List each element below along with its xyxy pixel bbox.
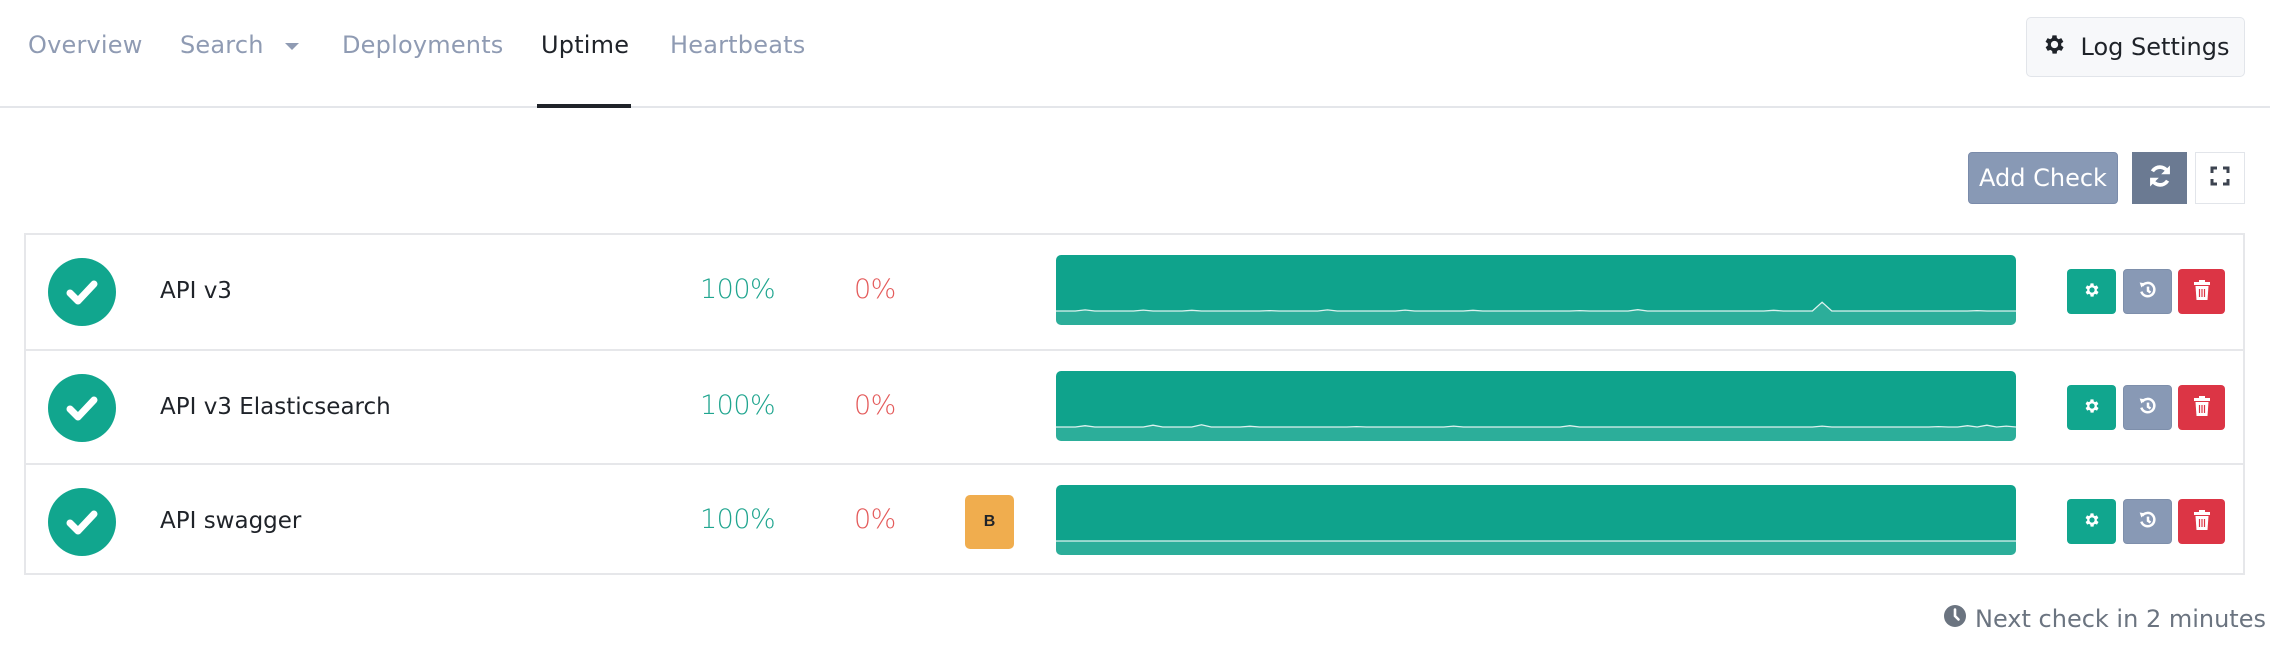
add-check-button[interactable]: Add Check (1968, 152, 2118, 204)
sparkline-area (1056, 302, 2016, 325)
check-settings-button[interactable] (2067, 385, 2116, 430)
response-time-sparkline (1056, 485, 2016, 555)
refresh-icon (2146, 162, 2174, 194)
trash-icon (2193, 279, 2211, 304)
tab-search[interactable]: Search (180, 28, 264, 62)
check-name[interactable]: API v3 Elasticsearch (160, 391, 391, 423)
history-icon (2138, 396, 2158, 420)
gear-icon (2042, 32, 2067, 63)
tab-deployments[interactable]: Deployments (342, 28, 504, 62)
check-name[interactable]: API v3 (160, 275, 232, 307)
delete-check-button[interactable] (2178, 499, 2225, 544)
top-nav: Overview Search Deployments Uptime Heart… (0, 0, 2270, 108)
check-settings-button[interactable] (2067, 269, 2116, 314)
log-settings-label: Log Settings (2080, 33, 2230, 61)
check-circle-icon (48, 488, 116, 556)
uptime-percentage: 100% (700, 504, 776, 535)
history-icon (2138, 510, 2158, 534)
uptime-check-list: API v3 100% 0% API v3 Elasticsearch 100%… (24, 233, 2245, 575)
uptime-percentage: 100% (700, 274, 776, 305)
clock-icon (1943, 604, 1967, 634)
trash-icon (2193, 395, 2211, 420)
gear-icon (2083, 511, 2101, 533)
next-check-text: Next check in 2 minutes (1975, 605, 2266, 633)
tab-uptime[interactable]: Uptime (541, 28, 629, 62)
check-name[interactable]: API swagger (160, 505, 301, 537)
trash-icon (2193, 509, 2211, 534)
tab-heartbeats[interactable]: Heartbeats (670, 28, 805, 62)
check-history-button[interactable] (2123, 385, 2172, 430)
gear-icon (2083, 397, 2101, 419)
downtime-percentage: 0% (854, 504, 896, 535)
check-history-button[interactable] (2123, 269, 2172, 314)
grade-badge: B (965, 495, 1014, 549)
check-row: API v3 Elasticsearch 100% 0% (26, 349, 2243, 463)
uptime-percentage: 100% (700, 390, 776, 421)
check-circle-icon (48, 258, 116, 326)
log-settings-button[interactable]: Log Settings (2026, 17, 2245, 77)
sparkline-line (1056, 301, 2016, 312)
refresh-button[interactable] (2132, 152, 2187, 204)
response-time-sparkline (1056, 255, 2016, 325)
delete-check-button[interactable] (2178, 385, 2225, 430)
check-history-button[interactable] (2123, 499, 2172, 544)
delete-check-button[interactable] (2178, 269, 2225, 314)
check-settings-button[interactable] (2067, 499, 2116, 544)
tab-overview[interactable]: Overview (28, 28, 143, 62)
downtime-percentage: 0% (854, 390, 896, 421)
active-tab-indicator (537, 104, 631, 108)
next-check-status: Next check in 2 minutes (1943, 604, 2266, 634)
gear-icon (2083, 281, 2101, 303)
check-circle-icon (48, 374, 116, 442)
expand-icon (2210, 166, 2230, 190)
fullscreen-button[interactable] (2195, 152, 2245, 204)
check-row: API swagger 100% 0% B (26, 463, 2243, 577)
history-icon (2138, 280, 2158, 304)
chevron-down-icon[interactable] (285, 43, 299, 50)
response-time-sparkline (1056, 371, 2016, 441)
downtime-percentage: 0% (854, 274, 896, 305)
check-row: API v3 100% 0% (26, 235, 2243, 349)
sparkline-area (1056, 541, 2016, 555)
